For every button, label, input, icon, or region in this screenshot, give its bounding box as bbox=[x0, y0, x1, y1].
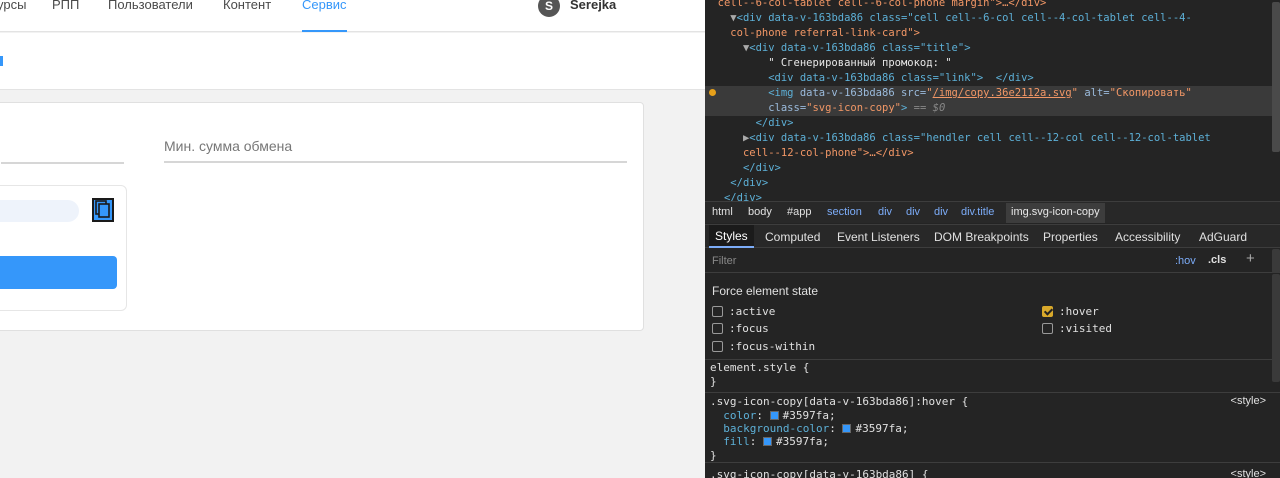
force-state-title: Force element state bbox=[712, 284, 819, 298]
breadcrumb-item[interactable]: section bbox=[827, 206, 862, 218]
dom-node-selected-cont[interactable]: class="svg-icon-copy"> == $0 bbox=[705, 101, 1280, 116]
nav-item-rpp[interactable]: РПП bbox=[52, 0, 79, 12]
tab-styles[interactable]: Styles bbox=[709, 225, 754, 248]
min-exchange-sum-field[interactable]: Мин. сумма обмена bbox=[164, 131, 627, 163]
state-hover-checkbox[interactable]: :hover bbox=[1042, 305, 1099, 318]
nav-item-content[interactable]: Контент bbox=[223, 0, 271, 12]
hover-state-toggle[interactable]: :hov bbox=[1175, 255, 1196, 267]
tab-accessibility[interactable]: Accessibility bbox=[1115, 230, 1180, 244]
dom-node[interactable]: " Сгенерированный промокод: " bbox=[705, 56, 1280, 71]
promo-code-field bbox=[0, 200, 79, 222]
top-navigation: урсы РПП Пользователи Контент Сервис S S… bbox=[0, 0, 705, 32]
force-element-state: Force element state :active :focus :focu… bbox=[705, 274, 1280, 382]
dom-node[interactable]: col-phone referral-link-card"> bbox=[705, 26, 1280, 41]
devtools-panel: cell--6-col-tablet cell--6-col-phone mar… bbox=[705, 0, 1280, 478]
user-name[interactable]: Serejka bbox=[570, 0, 616, 12]
dom-node[interactable]: </div> bbox=[705, 176, 1280, 191]
styles-subtabs: Styles Computed Event Listeners DOM Brea… bbox=[705, 224, 1280, 248]
styles-scrollbar[interactable] bbox=[1272, 249, 1280, 273]
styles-filter-input[interactable]: Filter bbox=[712, 255, 736, 267]
dom-node[interactable]: cell--6-col-tablet cell--6-col-phone mar… bbox=[705, 0, 1280, 11]
state-focus-checkbox[interactable]: :focus bbox=[712, 322, 769, 335]
referral-link-card bbox=[0, 185, 127, 311]
rule-close-brace: } bbox=[710, 375, 717, 388]
dom-breadcrumbs: html body #app section div div div div.t… bbox=[705, 201, 1280, 223]
web-page: урсы РПП Пользователи Контент Сервис S S… bbox=[0, 0, 705, 478]
state-visited-checkbox[interactable]: :visited bbox=[1042, 322, 1112, 335]
nav-item-users[interactable]: Пользователи bbox=[108, 0, 193, 12]
class-toggle[interactable]: .cls bbox=[1208, 254, 1226, 266]
breadcrumb-item[interactable]: div.title bbox=[961, 206, 994, 218]
active-subtab-indicator bbox=[0, 56, 3, 66]
dom-tree[interactable]: cell--6-col-tablet cell--6-col-phone mar… bbox=[705, 0, 1280, 201]
tab-computed[interactable]: Computed bbox=[765, 230, 820, 244]
breadcrumb-item[interactable]: div bbox=[934, 206, 948, 218]
nav-item-courses[interactable]: урсы bbox=[0, 0, 26, 12]
dom-node[interactable]: <div data-v-163bda86 class="link"> </div… bbox=[705, 71, 1280, 86]
css-declaration[interactable]: background-color: #3597fa; bbox=[710, 422, 908, 435]
state-focus-within-checkbox[interactable]: :focus-within bbox=[712, 340, 815, 353]
copy-icon[interactable] bbox=[92, 198, 114, 222]
rule-source-link[interactable]: <style> bbox=[1231, 395, 1266, 407]
promo-settings-card: Мин. сумма обмена bbox=[0, 102, 644, 331]
element-style-rule[interactable]: element.style { } bbox=[705, 360, 1280, 393]
tab-properties[interactable]: Properties bbox=[1043, 230, 1098, 244]
dom-node[interactable]: ▼<div data-v-163bda86 class="cell cell--… bbox=[705, 11, 1280, 26]
tab-adguard[interactable]: AdGuard bbox=[1199, 230, 1247, 244]
min-exchange-sum-label: Мин. сумма обмена bbox=[164, 138, 293, 154]
breadcrumb-item[interactable]: div bbox=[878, 206, 892, 218]
base-rule-selector: .svg-icon-copy[data-v-163bda86] { bbox=[710, 468, 929, 478]
css-declaration[interactable]: fill: #3597fa; bbox=[710, 435, 829, 448]
breadcrumb-item[interactable]: body bbox=[748, 206, 772, 218]
nav-item-service[interactable]: Сервис bbox=[302, 0, 347, 12]
color-swatch-icon bbox=[769, 411, 779, 420]
styles-filter-bar: Filter :hov .cls + bbox=[705, 249, 1280, 273]
breakpoint-dot bbox=[709, 89, 716, 96]
breadcrumb-item[interactable]: html bbox=[712, 206, 733, 218]
hover-style-rule[interactable]: .svg-icon-copy[data-v-163bda86]:hover { … bbox=[705, 393, 1280, 463]
breadcrumb-item[interactable]: div bbox=[906, 206, 920, 218]
dom-node[interactable]: ▼<div data-v-163bda86 class="title"> bbox=[705, 41, 1280, 56]
base-style-rule[interactable]: .svg-icon-copy[data-v-163bda86] { <style… bbox=[705, 463, 1280, 478]
color-swatch-icon bbox=[842, 424, 852, 433]
element-style-selector: element.style { bbox=[710, 361, 810, 374]
add-rule-button[interactable]: + bbox=[1246, 250, 1255, 267]
breadcrumb-item-selected[interactable]: img.svg-icon-copy bbox=[1006, 203, 1105, 223]
avatar[interactable]: S bbox=[538, 0, 560, 17]
breadcrumb-item[interactable]: #app bbox=[787, 206, 811, 218]
dom-node[interactable]: </div> bbox=[705, 161, 1280, 176]
dom-node-selected[interactable]: <img data-v-163bda86 src="/img/copy.36e2… bbox=[705, 86, 1280, 101]
tab-event-listeners[interactable]: Event Listeners bbox=[837, 230, 920, 244]
color-swatch-icon bbox=[763, 437, 772, 446]
rule-source-link[interactable]: <style> bbox=[1231, 468, 1266, 478]
dom-node[interactable]: cell--12-col-phone">…</div> bbox=[705, 146, 1280, 161]
dom-node[interactable]: ▶<div data-v-163bda86 class="hendler cel… bbox=[705, 131, 1280, 146]
rule-close-brace: } bbox=[710, 449, 717, 462]
dom-node[interactable]: </div> bbox=[705, 191, 1280, 201]
sub-navigation bbox=[0, 33, 705, 90]
css-declaration[interactable]: color: #3597fa; bbox=[710, 409, 835, 422]
generate-promo-button[interactable] bbox=[0, 256, 117, 289]
active-nav-indicator bbox=[302, 30, 347, 32]
left-input-underline[interactable] bbox=[1, 162, 124, 164]
state-active-checkbox[interactable]: :active bbox=[712, 305, 775, 318]
hover-rule-selector: .svg-icon-copy[data-v-163bda86]:hover { bbox=[710, 395, 969, 408]
dom-node[interactable]: </div> bbox=[705, 116, 1280, 131]
dom-scrollbar[interactable] bbox=[1272, 2, 1280, 152]
tab-dom-breakpoints[interactable]: DOM Breakpoints bbox=[934, 230, 1029, 244]
